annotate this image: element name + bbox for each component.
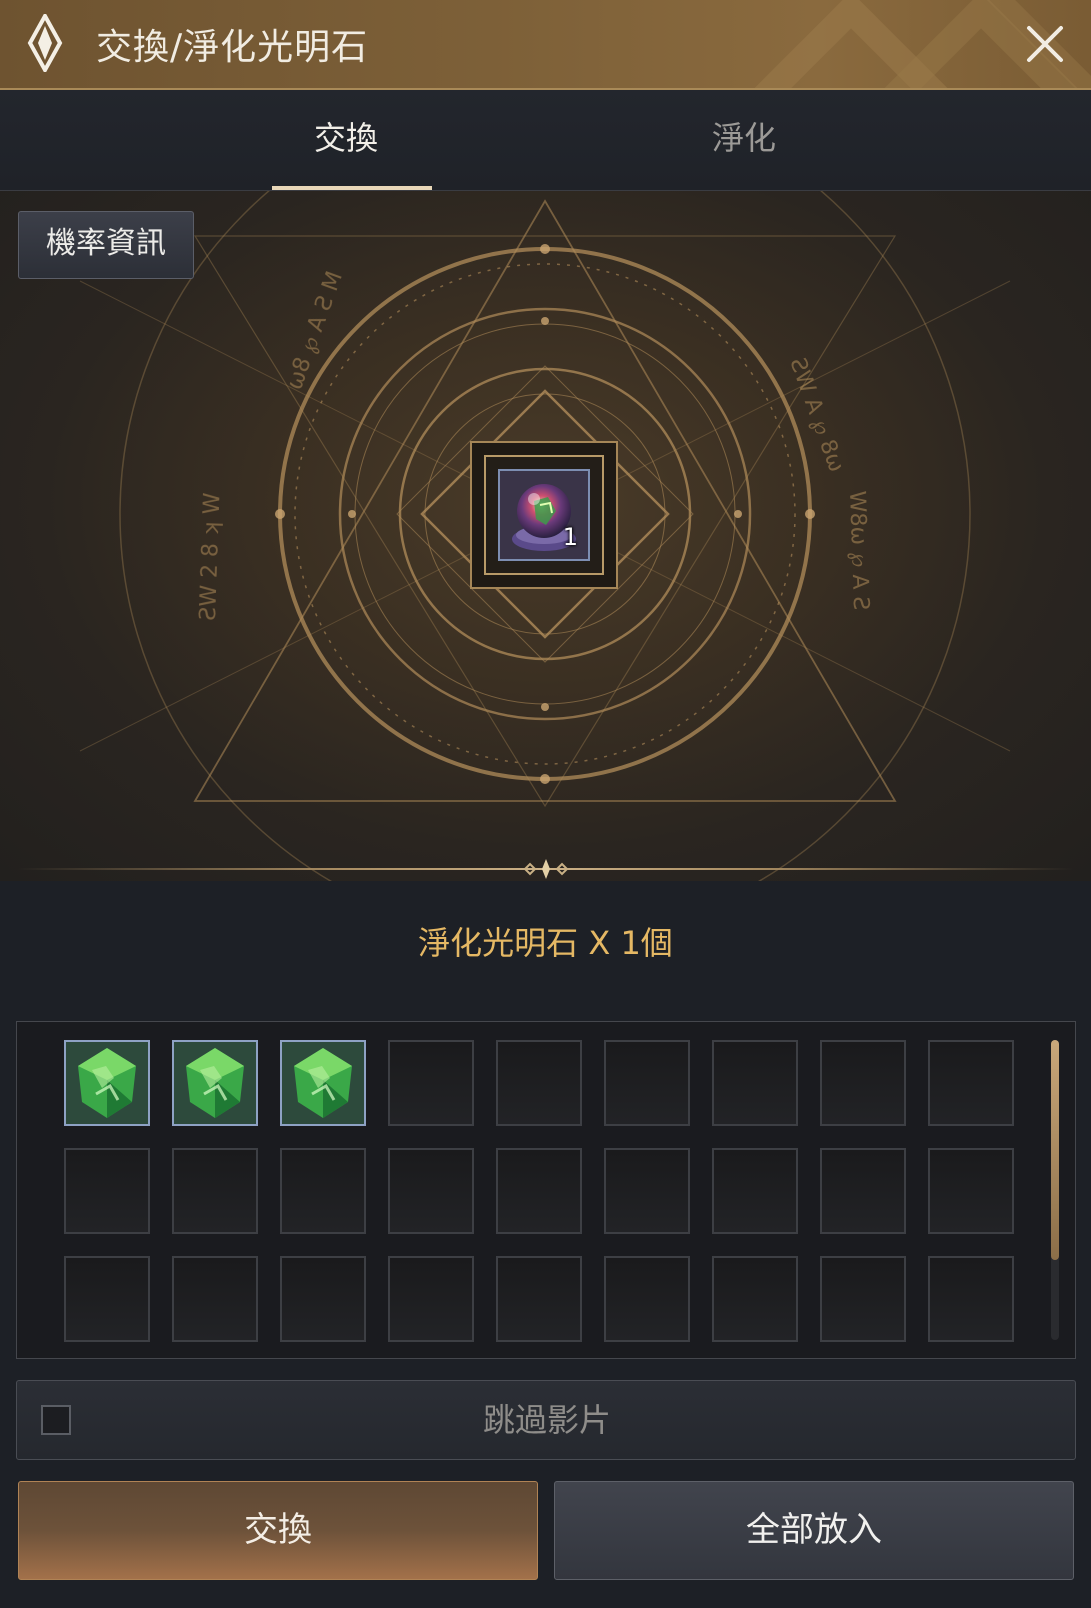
inventory-slot[interactable] [496,1040,582,1126]
put-all-button-label: 全部放入 [746,1510,882,1550]
inventory-slot[interactable] [64,1040,150,1126]
center-item-quantity: 1 [562,523,578,551]
skip-video-row[interactable]: 跳過影片 [16,1380,1076,1460]
inventory-slot[interactable] [712,1148,798,1234]
diamond-icon [27,14,63,72]
green-light-stone-icon [282,1042,364,1124]
svg-text:ƧW 2 8 ʞ W: ƧW 2 8 ʞ W [196,492,225,621]
inventory-slot[interactable] [496,1256,582,1342]
svg-text:W8ω ℘ A Ƨ: W8ω ℘ A Ƨ [844,490,873,610]
center-item-inner-frame: 1 [484,455,604,575]
inventory-scroll-thumb[interactable] [1051,1040,1059,1260]
active-tab-indicator [272,186,432,190]
inventory-slot[interactable] [928,1148,1014,1234]
inventory-slot[interactable] [928,1256,1014,1342]
inventory-slot[interactable] [280,1256,366,1342]
title-bar: 交換/淨化光明石 [0,0,1091,90]
inventory-slot[interactable] [388,1148,474,1234]
inventory-slot[interactable] [280,1040,366,1126]
exchange-button[interactable]: 交換 [18,1481,538,1580]
green-light-stone-icon [174,1042,256,1124]
divider-ornament-icon [523,859,569,879]
inventory-slot[interactable] [280,1148,366,1234]
close-icon[interactable] [1021,20,1069,68]
inventory-scrollbar[interactable] [1051,1040,1059,1340]
magic-circle-stage: ω8 ℘ A Ƨ M ƧW 2 8 ʞ W ƧW A ℘ 8ω W8ω ℘ A … [0,191,1091,881]
green-light-stone-icon [66,1042,148,1124]
inventory-slot[interactable] [388,1040,474,1126]
inventory-slot[interactable] [64,1256,150,1342]
tab-exchange[interactable]: 交換 [196,90,496,190]
tab-purify-label: 淨化 [711,119,776,157]
inventory-slot[interactable] [604,1148,690,1234]
tab-bar: 交換 淨化 [0,90,1091,191]
exchange-button-label: 交換 [244,1510,312,1550]
inventory-slot[interactable] [172,1256,258,1342]
inventory-slot[interactable] [172,1148,258,1234]
skip-video-label: 跳過影片 [482,1401,611,1439]
inventory-slot[interactable] [496,1148,582,1234]
exchange-result-text: 淨化光明石 X 1個 [418,924,673,962]
center-item-frame[interactable]: 1 [470,441,618,589]
inventory-slot[interactable] [172,1040,258,1126]
svg-text:ƧW A ℘ 8ω: ƧW A ℘ 8ω [784,355,848,476]
purified-light-stone-icon: 1 [498,469,590,561]
put-all-button[interactable]: 全部放入 [554,1481,1074,1580]
inventory-slot[interactable] [712,1256,798,1342]
probability-info-button[interactable]: 機率資訊 [18,211,194,279]
inventory-slot[interactable] [712,1040,798,1126]
inventory-slot[interactable] [64,1148,150,1234]
svg-text:ω8 ℘ A Ƨ M: ω8 ℘ A Ƨ M [282,268,348,393]
inventory-slot[interactable] [928,1040,1014,1126]
inventory-slot[interactable] [820,1148,906,1234]
inventory-grid [16,1021,1076,1359]
inventory-slot[interactable] [820,1256,906,1342]
inventory-slot[interactable] [604,1256,690,1342]
inventory-slot[interactable] [820,1040,906,1126]
inventory-slot[interactable] [388,1256,474,1342]
probability-info-label: 機率資訊 [46,226,166,261]
window-title: 交換/淨化光明石 [96,27,369,68]
tab-exchange-label: 交換 [313,119,378,157]
tab-purify[interactable]: 淨化 [594,90,894,190]
inventory-slot[interactable] [604,1040,690,1126]
